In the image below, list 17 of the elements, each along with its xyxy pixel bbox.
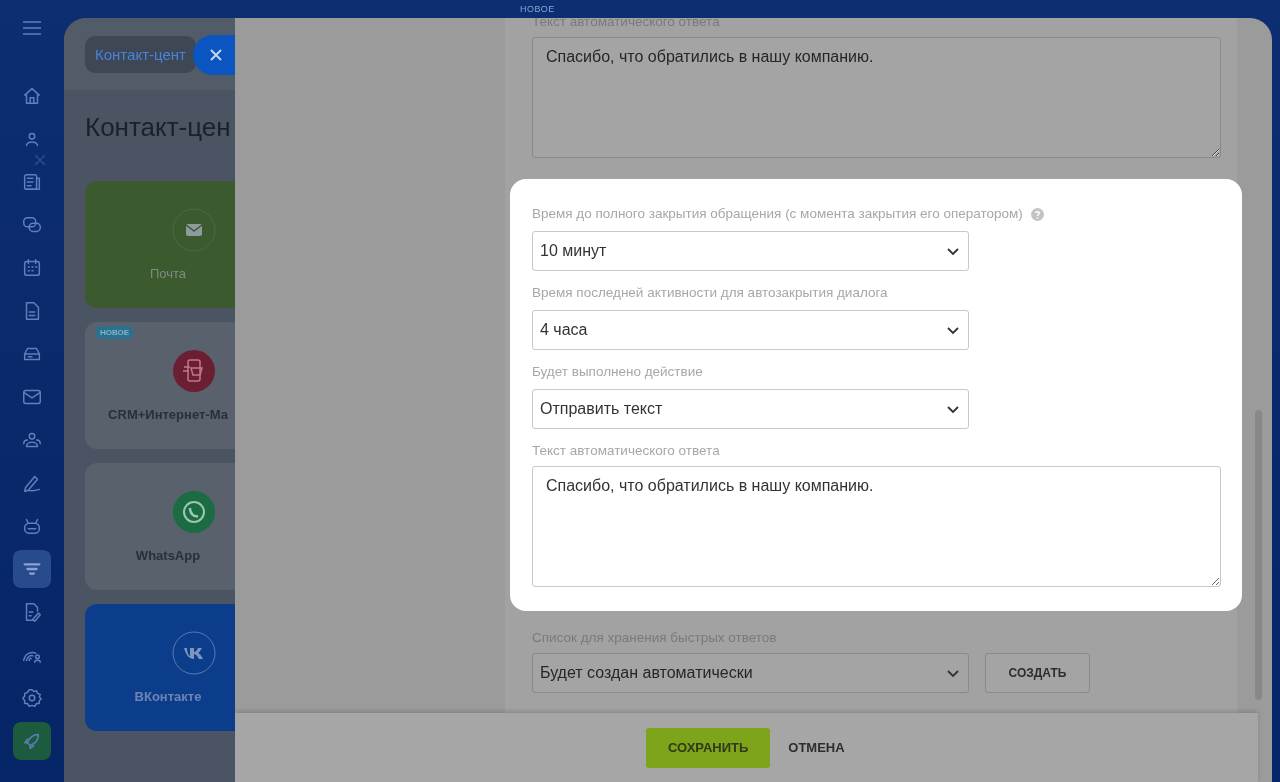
- field-label: Текст автоматического ответа: [532, 443, 720, 459]
- select-field[interactable]: Отправить текст: [532, 389, 969, 429]
- textarea-field[interactable]: Спасибо, что обратились в нашу компанию.: [532, 37, 1221, 158]
- textarea-field[interactable]: Спасибо, что обратились в нашу компанию.: [532, 466, 1221, 587]
- field-label: Будет выполнено действие: [532, 364, 703, 380]
- field-label: Время до полного закрытия обращения (с момента закрытия его оператором): [532, 206, 1023, 222]
- new-label: НОВОЕ: [520, 4, 555, 14]
- select-field[interactable]: Будет создан автоматически: [532, 653, 969, 693]
- new-badge: НОВОЕ: [95, 326, 135, 339]
- save-button[interactable]: СОХРАНИТЬ: [646, 727, 771, 768]
- create-button[interactable]: СОЗДАТЬ: [985, 653, 1090, 693]
- card-label: Почта: [148, 266, 188, 281]
- select-field[interactable]: 4 часа: [532, 310, 969, 350]
- card-label: ВКонтакте: [133, 689, 203, 704]
- field-label: Время последней активности для автозакрытия диалога: [532, 285, 888, 301]
- select-field[interactable]: 10 минут: [532, 231, 969, 271]
- cancel-button[interactable]: ОТМЕНА: [788, 740, 845, 755]
